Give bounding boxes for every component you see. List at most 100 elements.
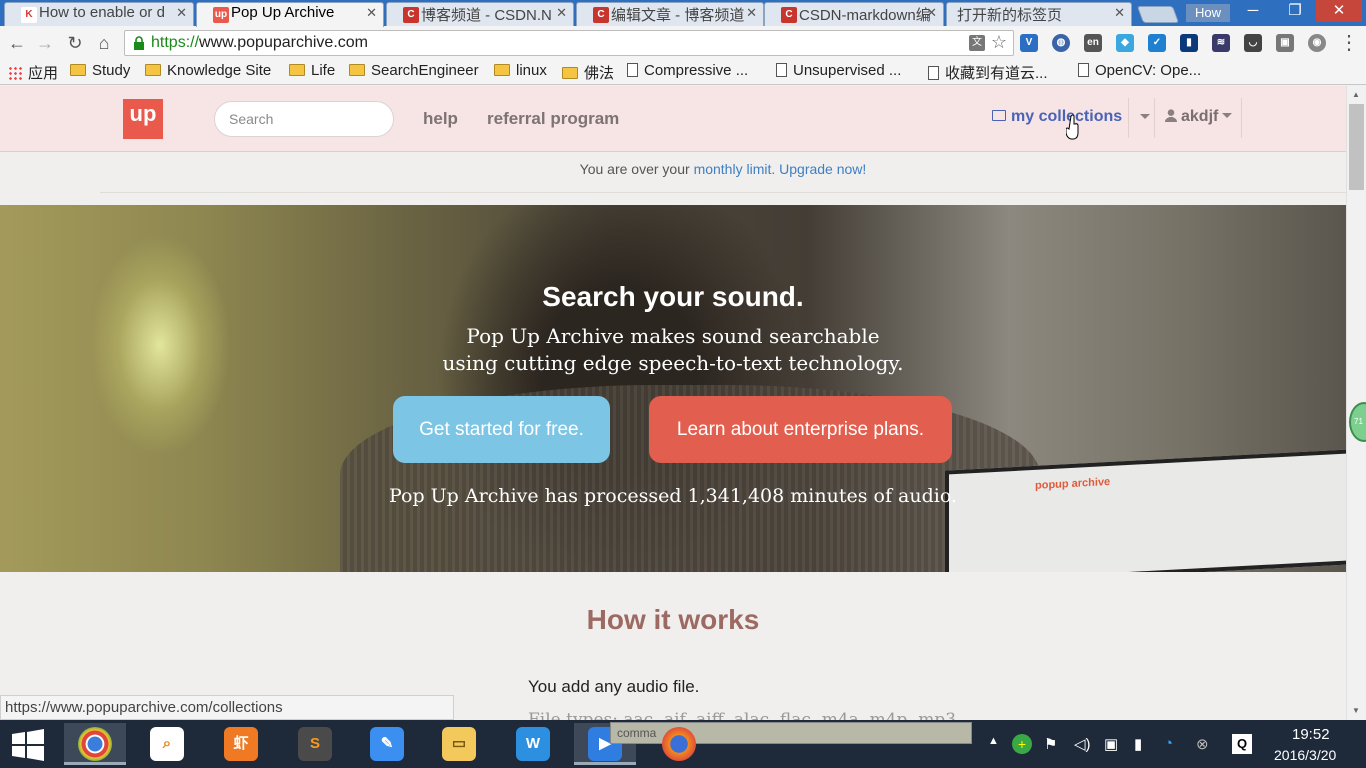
tray-q-icon[interactable]: Q [1232,734,1252,754]
notice-text: You are over your [579,161,694,177]
tab-title: CSDN-markdown编 [799,7,931,24]
bookmark-folder-life[interactable]: Life [289,62,335,79]
bookmark-compressive[interactable]: Compressive ... [627,62,748,79]
tab-close-icon[interactable]: ✕ [746,5,757,21]
collections-dropdown-toggle[interactable] [1128,98,1152,138]
tray-expand-icon[interactable]: ▲ [988,735,999,747]
scrollbar-thumb[interactable] [1349,104,1364,190]
tray-network-icon[interactable]: ▣ [1104,735,1118,753]
bookmark-folder-searchengineer[interactable]: SearchEngineer [349,62,479,79]
pen-icon: ✎ [370,727,404,761]
taskbar-xiami[interactable]: 虾 [210,723,272,765]
maximize-icon[interactable]: ❐ [1274,0,1316,22]
bookmark-label: Life [311,62,336,79]
extension-pocket-icon[interactable]: ◡ [1244,34,1262,52]
address-bar[interactable]: https://www.popuparchive.com 文 ☆ [124,30,1014,56]
bookmark-star-icon[interactable]: ☆ [991,32,1007,53]
reload-icon[interactable]: ↻ [64,32,86,54]
extension-gray-icon[interactable]: ▣ [1276,34,1294,52]
taskbar-search-app[interactable]: ⌕ [136,723,198,765]
tray-flag-icon[interactable]: ⚑ [1044,735,1057,753]
upgrade-now-link[interactable]: Upgrade now! [775,161,866,177]
window-title-chip: How [1186,4,1230,22]
bookmark-folder-study[interactable]: Study [70,62,130,79]
user-menu[interactable]: akdjf [1154,98,1242,138]
help-link[interactable]: help [423,109,458,129]
tab-new-tab-page[interactable]: 打开新的标签页 ✕ [946,2,1132,26]
tab-close-icon[interactable]: ✕ [926,5,937,21]
bookmark-folder-knowledge-site[interactable]: Knowledge Site [145,62,271,79]
chrome-icon [78,727,112,761]
taskbar-chrome[interactable] [64,723,126,765]
tray-wifi-icon[interactable]: ◔ [1164,735,1173,752]
hero-background-monitor: popup archive [945,449,1346,572]
tab-how-to-enable[interactable]: K How to enable or d ✕ [4,2,194,26]
extension-en-icon[interactable]: en [1084,34,1102,52]
extension-globe-icon[interactable]: ◍ [1052,34,1070,52]
bookmark-unsupervised[interactable]: Unsupervised ... [776,62,901,79]
bookmark-label: 收藏到有道云... [945,65,1048,82]
tab-csdn-markdown[interactable]: C CSDN-markdown编 ✕ [764,2,944,26]
tray-360-icon[interactable]: + [1012,734,1032,754]
scroll-down-arrow-icon[interactable]: ▼ [1352,706,1360,715]
get-started-button[interactable]: Get started for free. [393,396,610,463]
tray-volume-icon[interactable]: ◁) [1074,735,1091,753]
tab-pop-up-archive[interactable]: up Pop Up Archive ✕ [196,2,384,27]
hero-title: Search your sound. [542,281,804,312]
bookmark-folder-fofa[interactable]: 佛法 [562,62,614,83]
scroll-up-arrow-icon[interactable]: ▲ [1352,90,1360,99]
extension-blue-icon[interactable]: ◆ [1116,34,1134,52]
tab-title: 打开新的标签页 [957,7,1063,24]
monthly-limit-link[interactable]: monthly limit. [694,161,776,177]
taskbar-firefox[interactable] [648,723,710,765]
extension-eye-icon[interactable]: ◉ [1308,34,1326,52]
bookmark-opencv[interactable]: OpenCV: Ope... [1078,62,1201,79]
bookmark-folder-linux[interactable]: linux [494,62,547,79]
taskbar-file-explorer[interactable]: ▭ [428,723,490,765]
popup-archive-logo[interactable]: up [123,99,163,139]
referral-program-link[interactable]: referral program [487,109,619,129]
tab-close-icon[interactable]: ✕ [1114,5,1125,21]
taskbar-notes[interactable]: ✎ [356,723,418,765]
firefox-icon [662,727,696,761]
bookmark-apps[interactable]: 应用 [8,62,58,83]
tab-csdn-blog[interactable]: C 博客频道 - CSDN.N ✕ [386,2,574,26]
extension-check-icon[interactable]: ✓ [1148,34,1166,52]
extension-layers-icon[interactable]: ≋ [1212,34,1230,52]
extension-chart-icon[interactable]: ▮ [1180,34,1198,52]
tray-close-circle-icon[interactable]: ⊗ [1196,735,1209,753]
page-icon [776,63,787,77]
browser-toolbar: ← → ↻ ⌂ https://www.popuparchive.com 文 ☆… [0,26,1366,60]
sublime-text-icon: S [298,727,332,761]
my-collections-link[interactable]: my collections [992,108,1122,126]
tab-title: How to enable or d [39,4,165,21]
folder-outline-icon [992,110,1006,121]
taskbar-sublime[interactable]: S [284,723,346,765]
taskbar-wps[interactable]: W [502,723,564,765]
enterprise-plans-button[interactable]: Learn about enterprise plans. [649,396,952,463]
clock-time[interactable]: 19:52 [1292,726,1330,743]
folder-icon [70,64,86,76]
back-arrow-icon[interactable]: ← [6,32,28,54]
menu-icon[interactable]: ⋮ [1338,32,1360,54]
forward-arrow-icon[interactable]: → [34,32,56,54]
tab-close-icon[interactable]: ✕ [366,5,377,21]
site-search-input[interactable] [214,101,394,137]
tray-battery-icon[interactable]: ▮ [1134,735,1142,753]
bookmark-youdao[interactable]: 收藏到有道云... [928,62,1048,83]
tab-close-icon[interactable]: ✕ [556,5,567,21]
tab-close-icon[interactable]: ✕ [176,5,187,21]
windows-start-icon[interactable] [10,729,46,761]
username: akdjf [1181,108,1219,125]
translate-icon[interactable]: 文 [969,35,985,51]
user-icon [1165,109,1177,122]
minimize-icon[interactable]: ─ [1232,0,1274,22]
hero-banner: popup archive Search your sound. Pop Up … [0,205,1346,572]
tab-csdn-edit[interactable]: C 编辑文章 - 博客频道 ✕ [576,2,764,26]
close-window-icon[interactable]: ✕ [1316,0,1362,22]
new-tab-button[interactable] [1136,6,1180,23]
clock-date[interactable]: 2016/3/20 [1274,747,1336,763]
hero-subtitle: Pop Up Archive makes sound searchable us… [0,323,1346,377]
extension-v-icon[interactable]: V [1020,34,1038,52]
home-icon[interactable]: ⌂ [93,32,115,54]
